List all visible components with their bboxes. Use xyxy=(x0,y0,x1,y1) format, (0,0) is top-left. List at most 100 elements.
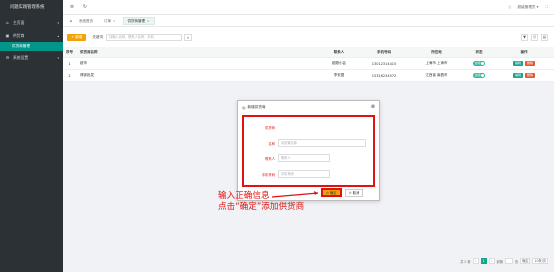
close-icon[interactable]: ✕ xyxy=(113,17,116,25)
goto-label: 到第 xyxy=(496,259,503,264)
keyword-label: 关键词 xyxy=(92,34,104,39)
confirm-icon: ⊙ xyxy=(326,191,329,195)
form-row-phone: 手机号码 手机号码 xyxy=(244,170,330,178)
info-icon: ◎ xyxy=(242,104,246,110)
add-supplier-button[interactable]: + 新增 xyxy=(67,33,87,41)
tab-label: 供货商管理 xyxy=(127,18,146,23)
cancel-label: 取消 xyxy=(352,190,360,195)
status-toggle[interactable]: 启用 xyxy=(473,61,485,66)
dialog-actions: ⊙ 确定 ⊙ 取消 xyxy=(321,188,364,197)
contact-field[interactable]: 联系人 xyxy=(278,154,330,162)
form-row-supplier: 供货商 xyxy=(244,125,278,130)
confirm-label: 确定 xyxy=(329,191,337,195)
form-row-contact: 联系人 联系人 xyxy=(244,154,330,162)
cell-no: 1 xyxy=(68,61,71,66)
table-toolbar: + 新增 关键词 请输入名称、联系人名称、手机 ⌕ ▼ ⎙ ▤ xyxy=(63,27,554,47)
sidebar-item-home[interactable]: ⌂ 主页面 ▾ xyxy=(0,16,63,29)
tab-supplier-management[interactable]: 供货商管理 ✕ xyxy=(122,16,155,25)
col-header-no[interactable]: 序号 xyxy=(63,50,76,55)
annotation-line-2: 点击“确定”添加供货商 xyxy=(218,202,305,212)
refresh-icon[interactable]: ↻ xyxy=(81,4,89,10)
delete-button[interactable]: 删除 xyxy=(525,61,536,66)
edit-button[interactable]: 编辑 xyxy=(512,61,523,66)
search-icon[interactable]: ⌕ xyxy=(184,33,193,41)
cell-status: 启用 xyxy=(464,61,494,66)
col-header-phone[interactable]: 手机号码 xyxy=(359,50,409,55)
cell-actions: 编辑 删除 xyxy=(494,61,554,66)
tab-home[interactable]: 系统首页 xyxy=(75,17,97,25)
cancel-button[interactable]: ⊙ 取消 xyxy=(344,188,364,197)
fullscreen-icon[interactable]: ⛶ xyxy=(545,5,548,9)
page-size-select[interactable]: 10条/页 xyxy=(532,258,548,264)
sidebar-item-settings[interactable]: ⚙ 系统设置 ▾ xyxy=(0,51,63,64)
sidebar-subitem-supplier-management[interactable]: 供货商管理 xyxy=(0,42,63,51)
table-row[interactable]: 1 超市 超超小会 13012314415 上海市 上海市 启用 编辑 删除 xyxy=(63,58,554,70)
sidebar-item-supplier[interactable]: ▣ 供货商 ▴ xyxy=(0,29,63,42)
menu-toggle-icon[interactable]: ≡ xyxy=(68,4,76,10)
tab-orders[interactable]: 订单 ✕ xyxy=(100,17,120,25)
chevron-down-icon: ▾ xyxy=(57,55,59,60)
tab-label: 系统首页 xyxy=(79,18,93,23)
close-icon[interactable]: ✕ xyxy=(147,17,150,25)
table-row[interactable]: 2 博钟批发 李安国 15316234572 江西省 南昌市 启用 编辑 删除 xyxy=(63,70,554,82)
cell-name: 超市 xyxy=(80,61,87,65)
top-bar: ≡ ↻ ▯ 超级管理员 ▾ ⛶ xyxy=(63,0,554,15)
home-icon[interactable]: ⌂ xyxy=(67,18,75,23)
supplier-table: 序号 供货商名称 联系人 手机号码 所在地 状态 操作 1 超市 超超小会 13… xyxy=(63,47,554,82)
table-header: 序号 供货商名称 联系人 手机号码 所在地 状态 操作 xyxy=(63,47,554,58)
cell-contact: 李安国 xyxy=(333,73,345,77)
supplier-form: 供货商 名称 请设置名称 联系人 联系人 手机号码 手机号码 xyxy=(242,115,375,187)
tab-bar: ⌂ 系统首页 订单 ✕ 供货商管理 ✕ xyxy=(63,15,554,27)
export-icon[interactable]: ⎙ xyxy=(531,33,538,41)
cell-area: 江西省 南昌市 xyxy=(425,73,448,77)
chevron-down-icon: ▾ xyxy=(536,4,539,9)
keyword-search-input[interactable]: 请输入名称、联系人名称、手机 xyxy=(106,33,183,41)
supplier-field-label: 供货商 xyxy=(265,126,275,130)
col-header-actions: 操作 xyxy=(520,49,528,54)
goto-page-input[interactable] xyxy=(504,258,513,264)
dialog-header: ◎ 新增供货商 ⊗ xyxy=(238,101,379,113)
user-menu[interactable]: 超级管理员 ▾ xyxy=(518,5,539,10)
delete-button[interactable]: 删除 xyxy=(525,73,536,78)
print-icon[interactable]: ▤ xyxy=(541,33,548,41)
cell-contact: 超超小会 xyxy=(332,61,346,65)
next-page-button[interactable]: › xyxy=(488,258,495,264)
col-header-status[interactable]: 状态 xyxy=(464,50,494,55)
close-icon[interactable]: ⊗ xyxy=(371,104,375,110)
cell-phone: 15316234572 xyxy=(371,73,397,78)
cell-area: 上海市 上海市 xyxy=(425,61,448,65)
sidebar-item-label: 供货商 xyxy=(13,32,25,38)
col-header-contact[interactable]: 联系人 xyxy=(319,50,359,55)
name-field-label: 名称 xyxy=(268,141,275,146)
cell-actions: 编辑 删除 xyxy=(494,73,554,78)
confirm-button[interactable]: ⊙ 确定 xyxy=(321,188,342,197)
chevron-up-icon: ▴ xyxy=(57,33,59,38)
filter-icon[interactable]: ▼ xyxy=(521,33,528,41)
total-count: 共 2 条 xyxy=(460,259,471,264)
dialog-title: 新增供货商 xyxy=(247,104,266,109)
cell-name: 博钟批发 xyxy=(80,73,94,77)
cancel-icon: ⊙ xyxy=(348,190,352,195)
edit-button[interactable]: 编辑 xyxy=(512,73,523,78)
status-toggle[interactable]: 启用 xyxy=(473,73,485,78)
notification-icon[interactable]: ▯ xyxy=(509,5,511,9)
gear-icon: ⚙ xyxy=(5,55,10,60)
col-header-area[interactable]: 所在地 xyxy=(409,50,464,55)
phone-field-label: 手机号码 xyxy=(261,172,275,177)
page-button-current[interactable]: 1 xyxy=(480,258,487,264)
prev-page-button[interactable]: ‹ xyxy=(472,258,479,264)
table-tools: ▼ ⎙ ▤ xyxy=(521,33,554,41)
name-field[interactable]: 请设置名称 xyxy=(278,139,366,147)
top-right-tools: ▯ 超级管理员 ▾ ⛶ xyxy=(509,5,554,10)
app-brand: 问题实践管理系统 xyxy=(10,5,45,10)
user-name: 超级管理员 xyxy=(517,4,536,9)
tab-label: 订单 xyxy=(104,18,111,23)
goto-confirm-button[interactable]: 确定 xyxy=(520,258,531,264)
cell-status: 启用 xyxy=(464,73,494,78)
sidebar: 问题实践管理系统 ⌂ 主页面 ▾ ▣ 供货商 ▴ 供货商管理 ⚙ 系统设置 ▾ xyxy=(0,0,63,272)
cell-phone: 13012314415 xyxy=(371,61,397,66)
col-header-name[interactable]: 供货商名称 xyxy=(76,50,319,55)
phone-field[interactable]: 手机号码 xyxy=(278,170,330,178)
chevron-down-icon: ▾ xyxy=(57,20,59,25)
folder-icon: ▣ xyxy=(5,33,10,38)
